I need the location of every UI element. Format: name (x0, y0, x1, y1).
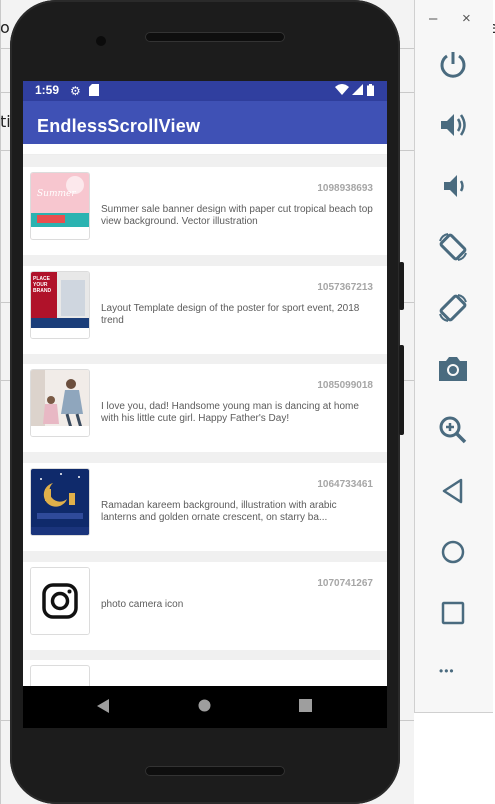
top-speaker (145, 32, 285, 42)
zoom-in-icon (439, 416, 467, 444)
volume-down-button[interactable] (435, 168, 471, 204)
rotate-right-icon (439, 294, 467, 322)
wifi-icon (335, 84, 349, 98)
overview-button[interactable] (435, 595, 471, 631)
power-icon (440, 52, 466, 78)
back-nav-button[interactable] (97, 699, 109, 717)
list-item-partial[interactable] (23, 144, 387, 154)
item-description: photo camera icon (101, 599, 184, 610)
item-thumbnail: Summer (30, 172, 90, 240)
item-thumbnail (30, 369, 90, 437)
list-item[interactable]: 1064733461 Ramadan kareem background, il… (23, 463, 387, 551)
item-id: 1098938693 (317, 183, 373, 194)
volume-up-icon (441, 114, 466, 136)
item-id: 1085099018 (317, 380, 373, 391)
list-item[interactable]: 1070741267 photo camera icon (23, 562, 387, 650)
item-thumbnail (30, 567, 90, 635)
app-title: EndlessScrollView (37, 116, 201, 136)
item-description: I love you, dad! Handsome young man is d… (101, 401, 359, 424)
item-thumbnail (30, 468, 90, 536)
home-nav-button[interactable] (198, 699, 211, 716)
close-button[interactable]: × (462, 10, 471, 27)
power-button[interactable] (435, 46, 471, 82)
bottom-speaker (145, 766, 285, 776)
camera-icon (439, 357, 467, 381)
background-text-fragment: o (0, 18, 10, 37)
recents-nav-button[interactable] (299, 699, 312, 716)
list-item[interactable]: PLACE YOUR BRAND 1057367213 Layout Templ… (23, 266, 387, 354)
item-description: Ramadan kareem background, illustration … (101, 500, 337, 523)
item-id: 1070741267 (317, 578, 373, 589)
rotate-right-button[interactable] (435, 290, 471, 326)
zoom-button[interactable] (435, 412, 471, 448)
settings-gear-icon: ⚙ (70, 84, 81, 98)
navigation-bar (23, 686, 387, 728)
power-side-button (399, 345, 404, 435)
rotate-left-icon (439, 233, 467, 261)
item-thumbnail: PLACE YOUR BRAND (30, 271, 90, 339)
volume-button (399, 262, 404, 310)
endless-scroll-list[interactable]: Summer 1098938693 Summer sale banner des… (23, 144, 387, 707)
minimize-button[interactable]: – (429, 10, 437, 27)
device-screen: 1:59 ⚙ EndlessScrollView Summer 10989386… (23, 81, 387, 728)
app-toolbar: EndlessScrollView (23, 101, 387, 150)
screenshot-button[interactable] (435, 351, 471, 387)
item-description: Layout Template design of the poster for… (101, 303, 360, 326)
volume-up-button[interactable] (435, 107, 471, 143)
instagram-camera-icon (31, 568, 89, 634)
more-options-button[interactable]: ••• (439, 664, 455, 678)
item-id: 1057367213 (317, 282, 373, 293)
thumbnail-caption: Summer (37, 189, 76, 199)
item-id: 1064733461 (317, 479, 373, 490)
cell-signal-icon (352, 84, 363, 98)
home-button[interactable] (435, 534, 471, 570)
home-circle-icon (441, 540, 465, 564)
thumbnail-caption: PLACE YOUR BRAND (33, 276, 52, 294)
background-divider (0, 0, 1, 804)
list-item[interactable]: 1085099018 I love you, dad! Handsome you… (23, 364, 387, 452)
item-description: Summer sale banner design with paper cut… (101, 204, 373, 227)
sd-card-icon (89, 84, 99, 99)
back-button[interactable] (435, 473, 471, 509)
status-time: 1:59 (35, 83, 60, 97)
rotate-left-button[interactable] (435, 229, 471, 265)
front-camera (96, 36, 106, 46)
list-item[interactable]: Summer 1098938693 Summer sale banner des… (23, 167, 387, 255)
status-bar: 1:59 ⚙ (23, 81, 387, 101)
emulator-toolbar: – × ••• (414, 0, 493, 713)
volume-down-icon (444, 175, 464, 197)
overview-square-icon (441, 601, 465, 625)
battery-icon (367, 84, 374, 99)
back-triangle-icon (442, 478, 463, 504)
